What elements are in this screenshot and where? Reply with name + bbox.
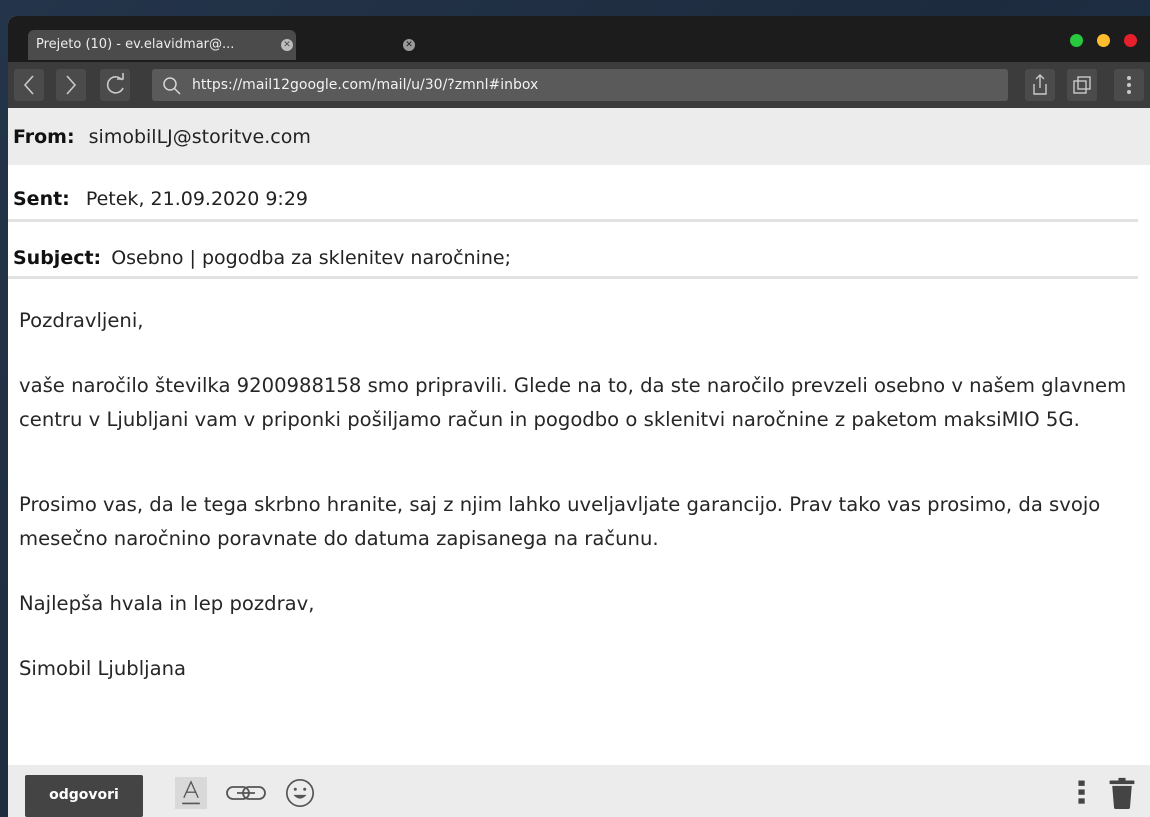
- divider: [8, 276, 1138, 279]
- sent-row: Sent: Petek, 21.09.2020 9:29: [8, 165, 1150, 220]
- chevron-right-icon: [66, 75, 77, 95]
- search-icon: [163, 77, 181, 95]
- menu-button[interactable]: [1114, 69, 1144, 101]
- email-closing: Najlepša hvala in lep pozdrav,: [19, 592, 315, 615]
- email-signature: Simobil Ljubljana: [19, 657, 187, 680]
- email-greeting: Pozdravljeni,: [19, 309, 144, 332]
- from-row: From: simobilLJ@storitve.com: [8, 108, 1150, 165]
- tabs-button[interactable]: [1067, 69, 1097, 101]
- email-body: Pozdravljeni, vaše naročilo številka 920…: [19, 304, 1150, 717]
- window-maximize-button[interactable]: [1070, 34, 1083, 47]
- subject-value: Osebno | pogodba za sklenitev naročnine;: [111, 247, 512, 269]
- url-bar[interactable]: https://mail12google.com/mail/u/30/?zmnl…: [152, 69, 1008, 101]
- from-label: From:: [13, 126, 75, 148]
- subject-row: Subject: Osebno | pogodba za sklenitev n…: [8, 222, 1150, 278]
- reply-button[interactable]: odgovori: [25, 775, 143, 817]
- browser-window: Prejeto (10) - ev.elavidmar@... ✕ ✕ http…: [8, 16, 1150, 817]
- more-vert-icon: [1127, 76, 1131, 94]
- url-text: https://mail12google.com/mail/u/30/?zmnl…: [192, 77, 539, 93]
- trash-icon[interactable]: [1106, 777, 1138, 809]
- email-paragraph: Prosimo vas, da le tega skrbno hranite, …: [19, 493, 1101, 550]
- email-paragraph: vaše naročilo številka 9200988158 smo pr…: [19, 374, 1127, 431]
- back-button[interactable]: [14, 69, 44, 101]
- sent-label: Sent:: [13, 188, 70, 210]
- window-minimize-button[interactable]: [1097, 34, 1110, 47]
- window-close-button[interactable]: [1124, 34, 1137, 47]
- reload-button[interactable]: [100, 69, 130, 101]
- share-button[interactable]: [1025, 69, 1055, 101]
- tab-title: Prejeto (10) - ev.elavidmar@...: [36, 37, 235, 52]
- tab-bar: Prejeto (10) - ev.elavidmar@... ✕ ✕: [8, 16, 1150, 62]
- emoji-icon[interactable]: [283, 777, 317, 809]
- forward-button[interactable]: [56, 69, 86, 101]
- compose-toolbar: odgovori: [8, 765, 1150, 817]
- reload-icon: [106, 73, 124, 94]
- browser-toolbar: https://mail12google.com/mail/u/30/?zmnl…: [8, 62, 1150, 108]
- share-icon: [1033, 74, 1047, 95]
- chevron-left-icon: [23, 75, 34, 95]
- subject-label: Subject:: [13, 247, 102, 269]
- tabs-icon: [1073, 76, 1091, 94]
- browser-tab[interactable]: Prejeto (10) - ev.elavidmar@... ✕: [28, 30, 296, 60]
- tab-close-icon[interactable]: ✕: [281, 39, 293, 51]
- more-vert-icon[interactable]: [1074, 777, 1090, 809]
- text-format-icon[interactable]: [171, 777, 211, 809]
- sent-value: Petek, 21.09.2020 9:29: [85, 188, 309, 210]
- from-value[interactable]: simobilLJ@storitve.com: [89, 126, 311, 148]
- link-icon[interactable]: [223, 777, 271, 809]
- close-icon[interactable]: ✕: [403, 39, 415, 51]
